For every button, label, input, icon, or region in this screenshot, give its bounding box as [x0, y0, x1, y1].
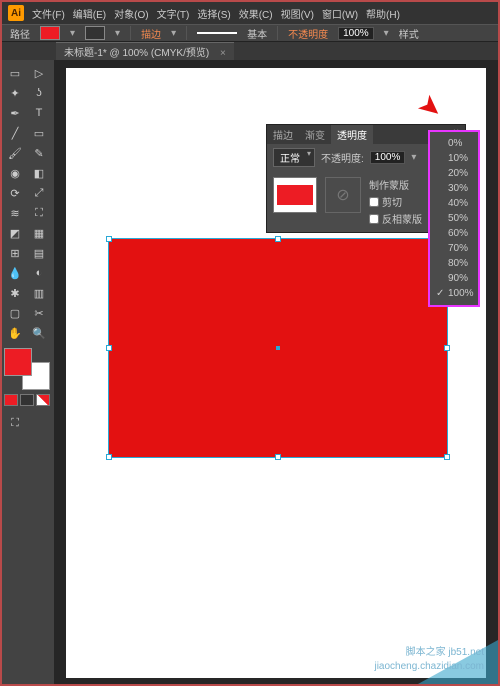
- resize-handle[interactable]: [106, 236, 112, 242]
- menu-item[interactable]: 对象(O): [114, 6, 148, 21]
- eraser-tool-icon[interactable]: ◧: [28, 164, 50, 182]
- panel-tab-active[interactable]: 透明度: [331, 125, 373, 144]
- menu-item[interactable]: 窗口(W): [322, 6, 358, 21]
- line-tool-icon[interactable]: ╱: [4, 124, 26, 142]
- stroke-swatch[interactable]: [85, 26, 105, 40]
- selection-type-label: 路径: [10, 26, 30, 41]
- opacity-link[interactable]: 不透明度: [288, 26, 328, 41]
- gradient-tool-icon[interactable]: ▤: [28, 244, 50, 262]
- menu-bar: Ai 文件(F) 编辑(E) 对象(O) 文字(T) 选择(S) 效果(C) 视…: [2, 2, 498, 24]
- lasso-tool-icon[interactable]: ʖ: [28, 84, 50, 102]
- artboard-tool-icon[interactable]: ▢: [4, 304, 26, 322]
- stroke-link[interactable]: 描边: [141, 26, 161, 41]
- opacity-option[interactable]: 10%: [430, 151, 478, 166]
- resize-handle[interactable]: [444, 454, 450, 460]
- scale-tool-icon[interactable]: ⤢: [28, 184, 50, 202]
- menu-item[interactable]: 选择(S): [197, 6, 230, 21]
- opacity-option[interactable]: 0%: [430, 136, 478, 151]
- panel-tab[interactable]: 渐变: [299, 125, 331, 144]
- opacity-option[interactable]: 20%: [430, 166, 478, 181]
- mesh-tool-icon[interactable]: ⊞: [4, 244, 26, 262]
- menu-item[interactable]: 帮助(H): [366, 6, 400, 21]
- center-point-icon: [276, 346, 280, 350]
- selection-tool-icon[interactable]: ▭: [4, 64, 26, 82]
- opacity-option[interactable]: 60%: [430, 226, 478, 241]
- opacity-option[interactable]: 70%: [430, 241, 478, 256]
- free-transform-tool-icon[interactable]: ⛶: [28, 204, 50, 222]
- draw-mode-icons[interactable]: [4, 394, 50, 406]
- opacity-option[interactable]: 50%: [430, 211, 478, 226]
- fill-swatch[interactable]: [40, 26, 60, 40]
- zoom-tool-icon[interactable]: 🔍: [28, 324, 50, 342]
- document-tab[interactable]: 未标题-1* @ 100% (CMYK/预览) ×: [56, 42, 234, 60]
- rectangle-tool-icon[interactable]: ▭: [28, 124, 50, 142]
- symbol-sprayer-tool-icon[interactable]: ✱: [4, 284, 26, 302]
- resize-handle[interactable]: [444, 345, 450, 351]
- make-mask-button[interactable]: 制作蒙版: [369, 177, 422, 192]
- width-tool-icon[interactable]: ≋: [4, 204, 26, 222]
- opacity-option[interactable]: 30%: [430, 181, 478, 196]
- rotate-tool-icon[interactable]: ⟳: [4, 184, 26, 202]
- pen-tool-icon[interactable]: ✒: [4, 104, 26, 122]
- graph-tool-icon[interactable]: ▥: [28, 284, 50, 302]
- opacity-option[interactable]: 40%: [430, 196, 478, 211]
- opacity-option[interactable]: 90%: [430, 271, 478, 286]
- resize-handle[interactable]: [275, 236, 281, 242]
- document-title: 未标题-1* @ 100% (CMYK/预览): [64, 48, 209, 59]
- resize-handle[interactable]: [275, 454, 281, 460]
- blob-brush-tool-icon[interactable]: ◉: [4, 164, 26, 182]
- brush-preview[interactable]: [197, 32, 237, 34]
- opacity-value[interactable]: 100%: [338, 27, 374, 40]
- opacity-field[interactable]: 100%: [370, 151, 406, 164]
- pencil-tool-icon[interactable]: ✎: [28, 144, 50, 162]
- opacity-option[interactable]: 80%: [430, 256, 478, 271]
- hand-tool-icon[interactable]: ✋: [4, 324, 26, 342]
- slice-tool-icon[interactable]: ✂: [28, 304, 50, 322]
- resize-handle[interactable]: [106, 345, 112, 351]
- control-bar: 路径 ▾ ▾ 描边 ▾ 基本 不透明度 100% ▾ 样式: [2, 24, 498, 42]
- clip-checkbox[interactable]: 剪切: [369, 194, 422, 209]
- eyedropper-tool-icon[interactable]: 💧: [4, 264, 26, 282]
- selected-rectangle[interactable]: [108, 238, 448, 458]
- color-control[interactable]: [4, 348, 50, 390]
- paintbrush-tool-icon[interactable]: 🖌: [4, 144, 26, 162]
- panel-tab[interactable]: 描边: [267, 125, 299, 144]
- opacity-option-selected[interactable]: ✓100%: [430, 286, 478, 301]
- toolbox: ▭ ▷ ✦ ʖ ✒ T ╱ ▭ 🖌 ✎ ◉ ◧ ⟳ ⤢ ≋ ⛶ ◩ ▦ ⊞ ▤ …: [2, 60, 54, 684]
- blend-tool-icon[interactable]: ◐: [28, 264, 50, 282]
- close-tab-icon[interactable]: ×: [220, 48, 226, 59]
- opacity-dropdown-menu: 0% 10% 20% 30% 40% 50% 60% 70% 80% 90% ✓…: [428, 130, 480, 307]
- app-logo: Ai: [8, 5, 24, 21]
- menu-item[interactable]: 编辑(E): [73, 6, 106, 21]
- blend-mode-dropdown[interactable]: 正常: [273, 148, 315, 167]
- menu-item[interactable]: 文件(F): [32, 6, 65, 21]
- menu-item[interactable]: 视图(V): [281, 6, 314, 21]
- resize-handle[interactable]: [106, 454, 112, 460]
- magic-wand-tool-icon[interactable]: ✦: [4, 84, 26, 102]
- menu-item[interactable]: 效果(C): [239, 6, 273, 21]
- mask-thumbnail[interactable]: ⊘: [325, 177, 361, 213]
- style-label[interactable]: 样式: [399, 26, 419, 41]
- direct-selection-tool-icon[interactable]: ▷: [28, 64, 50, 82]
- opacity-label: 不透明度:: [321, 150, 364, 165]
- document-tab-bar: 未标题-1* @ 100% (CMYK/预览) ×: [2, 42, 498, 60]
- shape-builder-tool-icon[interactable]: ◩: [4, 224, 26, 242]
- brush-label: 基本: [247, 26, 267, 41]
- opacity-dropdown-icon[interactable]: ▾: [411, 152, 416, 163]
- object-thumbnail[interactable]: [273, 177, 317, 213]
- menu-item[interactable]: 文字(T): [157, 6, 190, 21]
- foreground-color[interactable]: [4, 348, 32, 376]
- watermark: 脚本之家 jb51.net jiaocheng.chazidian.com: [374, 646, 484, 674]
- screen-mode-icon[interactable]: ⛶: [4, 414, 26, 432]
- type-tool-icon[interactable]: T: [28, 104, 50, 122]
- invert-mask-checkbox[interactable]: 反相蒙版: [369, 211, 422, 226]
- perspective-tool-icon[interactable]: ▦: [28, 224, 50, 242]
